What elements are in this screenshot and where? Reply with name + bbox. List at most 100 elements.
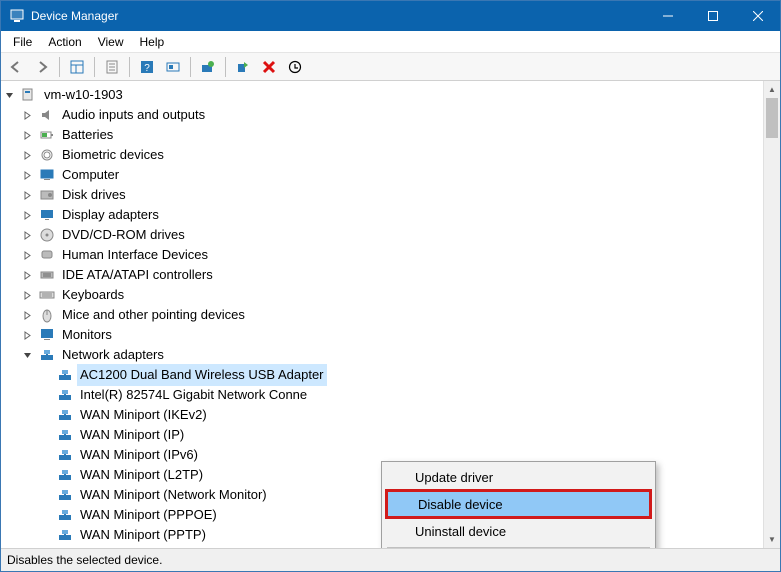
tree-item-label: WAN Miniport (IP) bbox=[77, 424, 187, 446]
expand-icon bbox=[23, 251, 37, 260]
toolbar: ? bbox=[1, 53, 780, 81]
update-driver-button[interactable] bbox=[197, 56, 219, 78]
expand-icon bbox=[23, 231, 37, 240]
hid-icon bbox=[39, 247, 55, 263]
menubar: File Action View Help bbox=[1, 31, 780, 53]
network-icon bbox=[57, 447, 73, 463]
ctx-uninstall-device[interactable]: Uninstall device bbox=[385, 519, 652, 543]
tree-item-label: Keyboards bbox=[59, 284, 127, 306]
tree-device-network-1[interactable]: Intel(R) 82574L Gigabit Network Conne bbox=[5, 385, 763, 405]
expand-icon bbox=[23, 151, 37, 160]
menu-action[interactable]: Action bbox=[40, 33, 89, 51]
scroll-down-icon[interactable]: ▼ bbox=[764, 531, 780, 548]
ctx-disable-device[interactable]: Disable device bbox=[388, 492, 649, 516]
network-icon bbox=[57, 527, 73, 543]
menu-help[interactable]: Help bbox=[132, 33, 173, 51]
tree-category-dvd[interactable]: DVD/CD-ROM drives bbox=[5, 225, 763, 245]
tree-item-label: Monitors bbox=[59, 324, 115, 346]
expand-icon bbox=[23, 331, 37, 340]
enable-device-button[interactable] bbox=[232, 56, 254, 78]
statusbar: Disables the selected device. bbox=[1, 549, 780, 571]
tree-category-network[interactable]: Network adapters bbox=[5, 345, 763, 365]
collapse-icon bbox=[23, 351, 37, 360]
forward-button[interactable] bbox=[31, 56, 53, 78]
expand-icon bbox=[23, 291, 37, 300]
tree-device-network-3[interactable]: WAN Miniport (IP) bbox=[5, 425, 763, 445]
tree-category-batteries[interactable]: Batteries bbox=[5, 125, 763, 145]
disk-icon bbox=[39, 187, 55, 203]
tree-item-label: Computer bbox=[59, 164, 122, 186]
scroll-up-icon[interactable]: ▲ bbox=[764, 81, 780, 98]
disable-device-button[interactable] bbox=[284, 56, 306, 78]
tree-category-mice[interactable]: Mice and other pointing devices bbox=[5, 305, 763, 325]
tree-item-label: WAN Miniport (IPv6) bbox=[77, 444, 201, 466]
tree-category-audio[interactable]: Audio inputs and outputs bbox=[5, 105, 763, 125]
tree-category-computer[interactable]: Computer bbox=[5, 165, 763, 185]
tree-item-label: WAN Miniport (PPTP) bbox=[77, 524, 209, 546]
maximize-button[interactable] bbox=[690, 1, 735, 31]
tree-category-hid[interactable]: Human Interface Devices bbox=[5, 245, 763, 265]
context-menu: Update driver Disable device Uninstall d… bbox=[381, 461, 656, 549]
tree-item-label: WAN Miniport (IKEv2) bbox=[77, 404, 210, 426]
tree-category-display[interactable]: Display adapters bbox=[5, 205, 763, 225]
ide-icon bbox=[39, 267, 55, 283]
monitor-icon bbox=[39, 327, 55, 343]
expand-icon bbox=[23, 111, 37, 120]
help-button[interactable]: ? bbox=[136, 56, 158, 78]
fingerprint-icon bbox=[39, 147, 55, 163]
expand-icon bbox=[23, 211, 37, 220]
vertical-scrollbar[interactable]: ▲ ▼ bbox=[763, 81, 780, 548]
tree-category-disk[interactable]: Disk drives bbox=[5, 185, 763, 205]
scan-hardware-button[interactable] bbox=[162, 56, 184, 78]
tree-item-label: Display adapters bbox=[59, 204, 162, 226]
toolbar-separator bbox=[94, 57, 95, 77]
properties-button[interactable] bbox=[101, 56, 123, 78]
window-title: Device Manager bbox=[31, 9, 118, 23]
keyboard-icon bbox=[39, 287, 55, 303]
collapse-icon bbox=[5, 91, 19, 100]
tree-item-label: AC1200 Dual Band Wireless USB Adapter bbox=[77, 364, 327, 386]
back-button[interactable] bbox=[5, 56, 27, 78]
network-icon bbox=[57, 487, 73, 503]
tree-item-label: Human Interface Devices bbox=[59, 244, 211, 266]
show-hide-tree-button[interactable] bbox=[66, 56, 88, 78]
tree-category-ide[interactable]: IDE ATA/ATAPI controllers bbox=[5, 265, 763, 285]
svg-text:?: ? bbox=[144, 63, 150, 74]
ctx-update-driver[interactable]: Update driver bbox=[385, 465, 652, 489]
toolbar-separator bbox=[225, 57, 226, 77]
tree-category-keyboards[interactable]: Keyboards bbox=[5, 285, 763, 305]
toolbar-separator bbox=[59, 57, 60, 77]
minimize-button[interactable] bbox=[645, 1, 690, 31]
network-icon bbox=[57, 387, 73, 403]
scroll-thumb[interactable] bbox=[766, 98, 778, 138]
tree-item-label: Audio inputs and outputs bbox=[59, 104, 208, 126]
tree-item-label: WAN Miniport (L2TP) bbox=[77, 464, 206, 486]
pc-icon bbox=[21, 87, 37, 103]
tree-root[interactable]: vm-w10-1903 bbox=[5, 85, 763, 105]
tree-item-label: vm-w10-1903 bbox=[41, 84, 126, 106]
tree-item-label: WAN Miniport (PPPOE) bbox=[77, 504, 220, 526]
network-icon bbox=[57, 507, 73, 523]
tree-category-monitors[interactable]: Monitors bbox=[5, 325, 763, 345]
device-manager-window: Device Manager File Action View Help ? v… bbox=[0, 0, 781, 572]
network-icon bbox=[57, 467, 73, 483]
uninstall-device-button[interactable] bbox=[258, 56, 280, 78]
titlebar: Device Manager bbox=[1, 1, 780, 31]
menu-view[interactable]: View bbox=[90, 33, 132, 51]
tree-item-label: Disk drives bbox=[59, 184, 129, 206]
tree-item-label: WAN Miniport (Network Monitor) bbox=[77, 484, 270, 506]
computer-icon bbox=[39, 167, 55, 183]
tree-category-biometric[interactable]: Biometric devices bbox=[5, 145, 763, 165]
menu-file[interactable]: File bbox=[5, 33, 40, 51]
ctx-separator bbox=[387, 547, 650, 548]
tree-item-label: IDE ATA/ATAPI controllers bbox=[59, 264, 216, 286]
tree-device-network-2[interactable]: WAN Miniport (IKEv2) bbox=[5, 405, 763, 425]
tree-item-label: Batteries bbox=[59, 124, 116, 146]
tree-item-label: Network adapters bbox=[59, 344, 167, 366]
close-button[interactable] bbox=[735, 1, 780, 31]
mouse-icon bbox=[39, 307, 55, 323]
toolbar-separator bbox=[129, 57, 130, 77]
speaker-icon bbox=[39, 107, 55, 123]
tree-device-network-0[interactable]: AC1200 Dual Band Wireless USB Adapter bbox=[5, 365, 763, 385]
toolbar-separator bbox=[190, 57, 191, 77]
